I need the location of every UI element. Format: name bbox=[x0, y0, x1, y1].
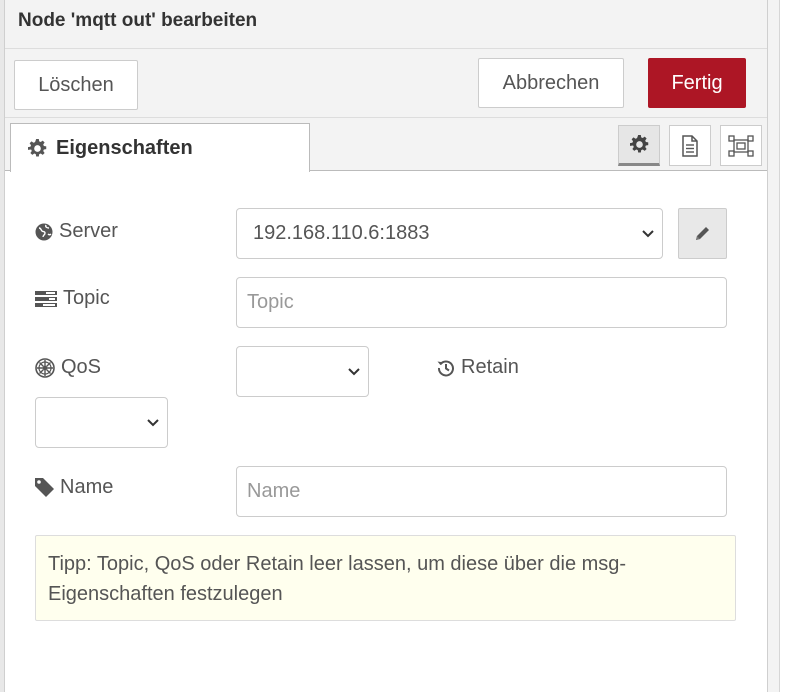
appearance-icon bbox=[728, 134, 754, 157]
chevron-down-icon bbox=[147, 418, 159, 426]
edit-server-button[interactable] bbox=[678, 208, 727, 259]
qos-label: QoS bbox=[35, 356, 101, 379]
pencil-icon bbox=[696, 227, 709, 240]
dialog-title: Node 'mqtt out' bearbeiten bbox=[18, 10, 258, 31]
name-label-text: Name bbox=[60, 476, 114, 498]
retain-label: Retain bbox=[437, 356, 519, 379]
divider bbox=[5, 48, 767, 49]
topic-label: Topic bbox=[35, 287, 110, 310]
tasks-icon bbox=[35, 290, 57, 307]
retain-select[interactable] bbox=[35, 397, 168, 448]
description-tab-button[interactable] bbox=[669, 125, 711, 166]
properties-tab-button[interactable] bbox=[618, 125, 660, 166]
history-icon bbox=[437, 359, 454, 376]
tip-box: Tipp: Topic, QoS oder Retain leer lassen… bbox=[35, 535, 736, 621]
scrollbar[interactable] bbox=[779, 0, 787, 692]
appearance-tab-button[interactable] bbox=[720, 125, 762, 166]
globe-icon bbox=[35, 223, 53, 240]
chevron-down-icon bbox=[642, 229, 654, 237]
topic-input[interactable]: Topic bbox=[236, 277, 727, 328]
topic-placeholder: Topic bbox=[247, 291, 294, 313]
gear-icon bbox=[28, 138, 47, 156]
chevron-down-icon bbox=[348, 367, 360, 375]
server-label-text: Server bbox=[59, 220, 118, 242]
server-value: 192.168.110.6:1883 bbox=[253, 222, 430, 244]
retain-label-text: Retain bbox=[461, 356, 519, 378]
edit-dialog: Node 'mqtt out' bearbeiten Löschen Abbre… bbox=[5, 0, 767, 692]
done-button[interactable]: Fertig bbox=[648, 58, 746, 108]
name-label: Name bbox=[35, 476, 113, 499]
dialog-header: Node 'mqtt out' bearbeiten Löschen Abbre… bbox=[5, 0, 767, 118]
qos-select[interactable] bbox=[236, 346, 369, 397]
right-panel-edge bbox=[767, 0, 787, 692]
empire-icon bbox=[35, 357, 55, 378]
tab-label: Eigenschaften bbox=[56, 136, 193, 159]
qos-label-text: QoS bbox=[61, 356, 102, 378]
server-select[interactable]: 192.168.110.6:1883 bbox=[236, 208, 663, 259]
tag-icon bbox=[35, 478, 54, 497]
tab-properties[interactable]: Eigenschaften bbox=[10, 123, 310, 172]
cancel-button[interactable]: Abbrechen bbox=[478, 58, 624, 108]
gear-icon bbox=[629, 135, 648, 153]
topic-label-text: Topic bbox=[63, 287, 110, 309]
description-icon bbox=[682, 134, 698, 157]
delete-button[interactable]: Löschen bbox=[14, 60, 138, 110]
server-label: Server bbox=[35, 220, 118, 243]
name-input[interactable]: Name bbox=[236, 466, 727, 517]
name-placeholder: Name bbox=[247, 480, 301, 502]
